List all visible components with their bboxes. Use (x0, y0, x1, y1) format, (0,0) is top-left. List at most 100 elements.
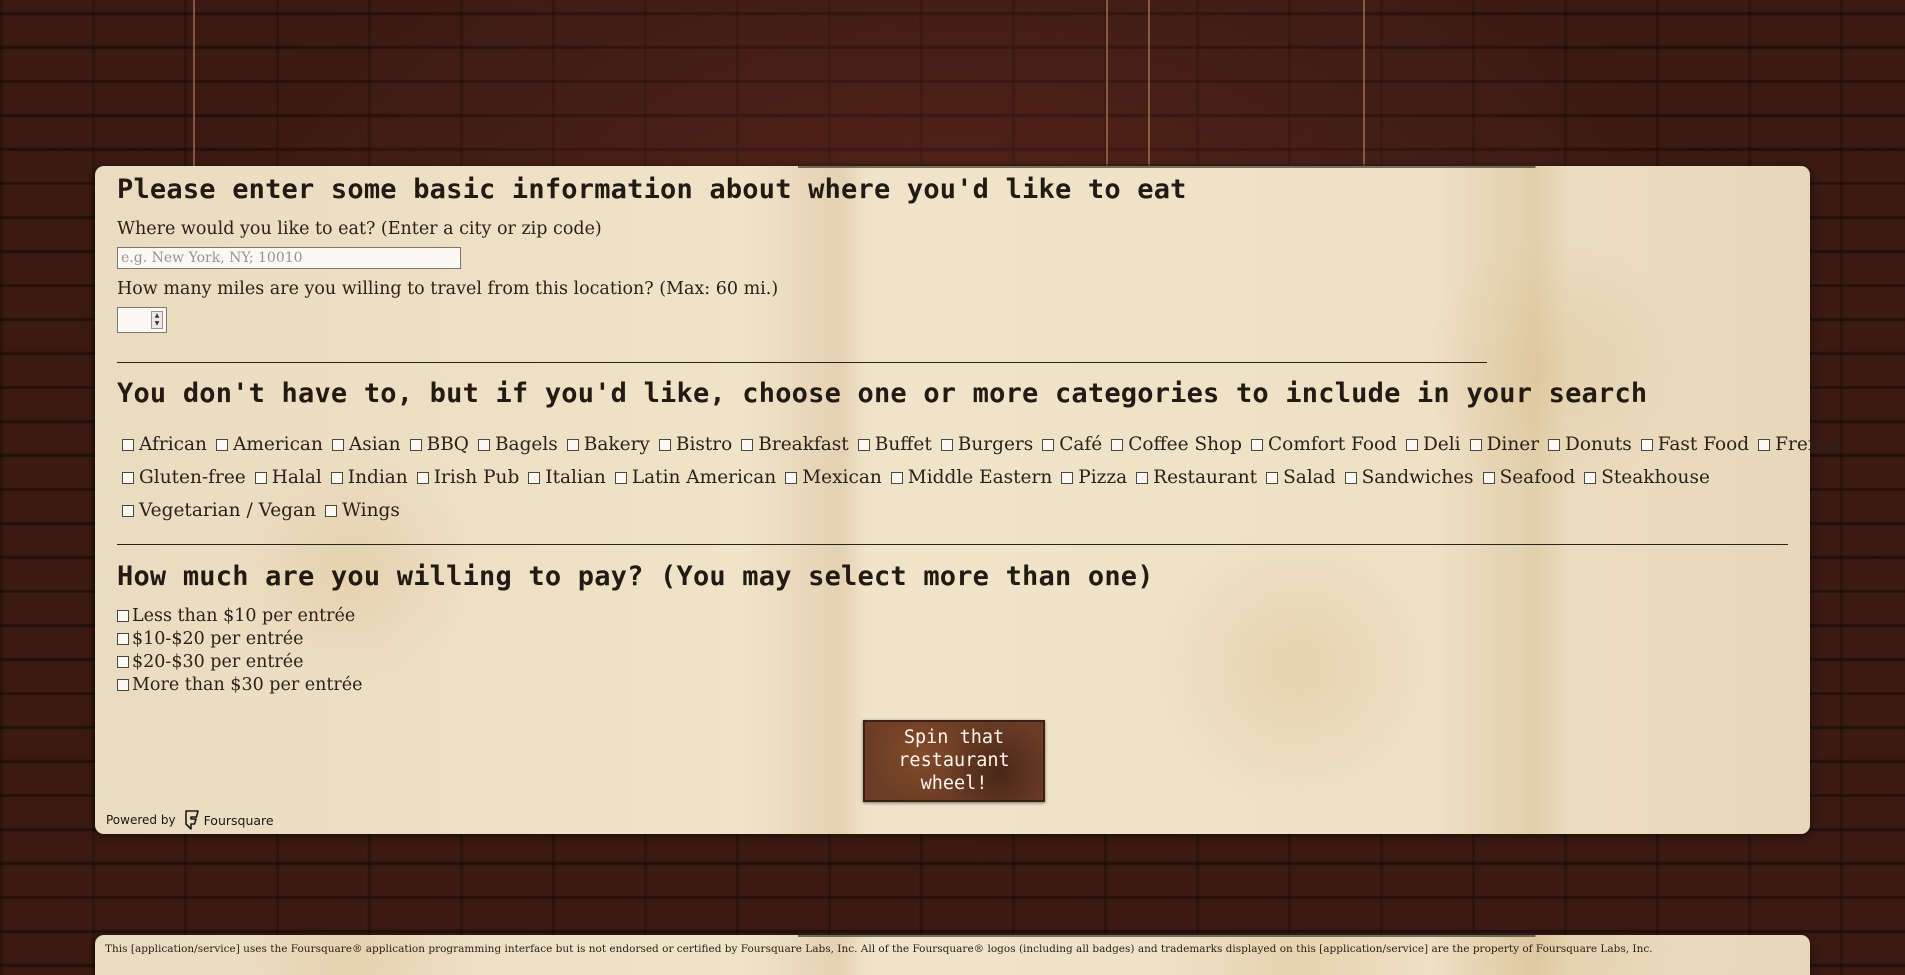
category-checkbox[interactable] (254, 471, 267, 484)
category-option[interactable]: Buffet (853, 434, 932, 455)
category-checkbox[interactable] (1266, 471, 1279, 484)
category-checkbox[interactable] (741, 438, 754, 451)
price-option[interactable]: More than $30 per entrée (117, 673, 363, 696)
category-checkbox[interactable] (1136, 471, 1149, 484)
category-label: Salad (1283, 467, 1336, 488)
category-option[interactable]: Comfort Food (1246, 434, 1397, 455)
price-checkbox[interactable] (117, 632, 129, 645)
category-option[interactable]: Mexican (780, 467, 882, 488)
spin-button-line: restaurant (898, 750, 1010, 771)
category-option[interactable]: Salad (1261, 467, 1336, 488)
category-checkbox[interactable] (1548, 438, 1561, 451)
price-option[interactable]: Less than $10 per entrée (117, 604, 363, 627)
search-form-panel: Please enter some basic information abou… (95, 164, 1842, 834)
category-option[interactable]: French (1753, 434, 1842, 455)
category-checkbox[interactable] (1640, 438, 1653, 451)
price-checkbox[interactable] (117, 655, 129, 668)
category-option[interactable]: Irish Pub (412, 467, 519, 488)
category-checkbox[interactable] (857, 438, 870, 451)
category-option[interactable]: Restaurant (1131, 467, 1257, 488)
category-checkbox[interactable] (614, 471, 627, 484)
category-checkbox[interactable] (324, 504, 337, 517)
category-label: African (139, 434, 207, 455)
category-checkbox[interactable] (477, 438, 490, 451)
location-input[interactable] (117, 247, 461, 269)
category-option[interactable]: Fast Food (1636, 434, 1749, 455)
category-checkbox[interactable] (1482, 471, 1495, 484)
category-checkbox[interactable] (890, 471, 903, 484)
miles-number-input[interactable]: ▲ ▼ (117, 307, 167, 333)
category-option[interactable]: Asian (327, 434, 401, 455)
category-option[interactable]: Bagels (473, 434, 558, 455)
spin-button-line: wheel! (920, 773, 988, 794)
category-checkbox[interactable] (409, 438, 422, 451)
category-option[interactable]: African (117, 434, 207, 455)
category-checkbox[interactable] (940, 438, 953, 451)
category-option[interactable]: BBQ (405, 434, 469, 455)
foursquare-disclaimer: This [application/service] uses the Four… (105, 943, 1653, 955)
category-checkbox[interactable] (215, 438, 228, 451)
category-option[interactable]: Breakfast (736, 434, 849, 455)
spin-wheel-button[interactable]: Spin that restaurant wheel! (863, 720, 1045, 802)
category-option[interactable]: Seafood (1478, 467, 1576, 488)
category-option[interactable]: Coffee Shop (1106, 434, 1242, 455)
category-checkbox[interactable] (1584, 471, 1597, 484)
location-section-heading: Please enter some basic information abou… (117, 174, 1187, 205)
category-option[interactable]: Bakery (562, 434, 650, 455)
category-option[interactable]: Wings (320, 500, 400, 521)
category-label: Seafood (1499, 467, 1576, 488)
category-checkbox[interactable] (122, 471, 134, 484)
category-checkbox[interactable] (566, 438, 579, 451)
category-checkbox[interactable] (1405, 438, 1418, 451)
category-option[interactable]: Bistro (654, 434, 732, 455)
category-checkbox[interactable] (331, 438, 344, 451)
category-label: French (1775, 434, 1842, 455)
category-option[interactable]: Donuts (1543, 434, 1632, 455)
category-option[interactable]: American (211, 434, 323, 455)
category-checkbox[interactable] (1111, 438, 1124, 451)
category-checkbox[interactable] (1469, 438, 1482, 451)
category-checkbox[interactable] (1251, 438, 1264, 451)
category-checkbox[interactable] (416, 471, 429, 484)
category-checkbox[interactable] (658, 438, 671, 451)
price-option[interactable]: $20-$30 per entrée (117, 650, 363, 673)
category-label: Middle Eastern (907, 467, 1053, 488)
category-option[interactable]: Burgers (936, 434, 1033, 455)
price-label: $20-$30 per entrée (132, 651, 304, 672)
category-checkbox[interactable] (1758, 438, 1771, 451)
category-option[interactable]: Sandwiches (1340, 467, 1474, 488)
category-checkbox[interactable] (330, 471, 343, 484)
category-checkbox[interactable] (1042, 438, 1055, 451)
category-option[interactable]: Diner (1465, 434, 1539, 455)
price-checkbox[interactable] (117, 609, 129, 622)
category-checkbox[interactable] (122, 504, 134, 517)
category-option[interactable]: Indian (326, 467, 408, 488)
category-option[interactable]: Café (1037, 434, 1102, 455)
category-option[interactable]: Latin American (610, 467, 776, 488)
category-option[interactable]: Steakhouse (1579, 467, 1710, 488)
category-option[interactable]: Vegetarian / Vegan (117, 500, 316, 521)
category-checkbox[interactable] (122, 438, 134, 451)
category-checkbox[interactable] (785, 471, 798, 484)
category-option[interactable]: Gluten-free (117, 467, 246, 488)
category-checkbox[interactable] (1344, 471, 1357, 484)
category-checkbox[interactable] (528, 471, 541, 484)
category-label: Comfort Food (1268, 434, 1397, 455)
category-label: Steakhouse (1601, 467, 1710, 488)
category-checkbox[interactable] (1061, 471, 1074, 484)
category-label: American (232, 434, 323, 455)
powered-by-foursquare[interactable]: Powered by Foursquare (106, 810, 274, 830)
category-label: Burgers (957, 434, 1034, 455)
number-spinner-icon[interactable]: ▲ ▼ (151, 311, 163, 329)
price-option[interactable]: $10-$20 per entrée (117, 627, 363, 650)
category-label: Deli (1422, 434, 1461, 455)
foursquare-logo-icon (184, 810, 199, 830)
price-checkbox[interactable] (117, 678, 129, 691)
price-label: $10-$20 per entrée (132, 628, 304, 649)
category-option[interactable]: Pizza (1056, 467, 1127, 488)
category-option[interactable]: Middle Eastern (886, 467, 1052, 488)
category-label: Bakery (583, 434, 650, 455)
category-option[interactable]: Deli (1401, 434, 1461, 455)
category-option[interactable]: Halal (250, 467, 322, 488)
category-option[interactable]: Italian (523, 467, 606, 488)
